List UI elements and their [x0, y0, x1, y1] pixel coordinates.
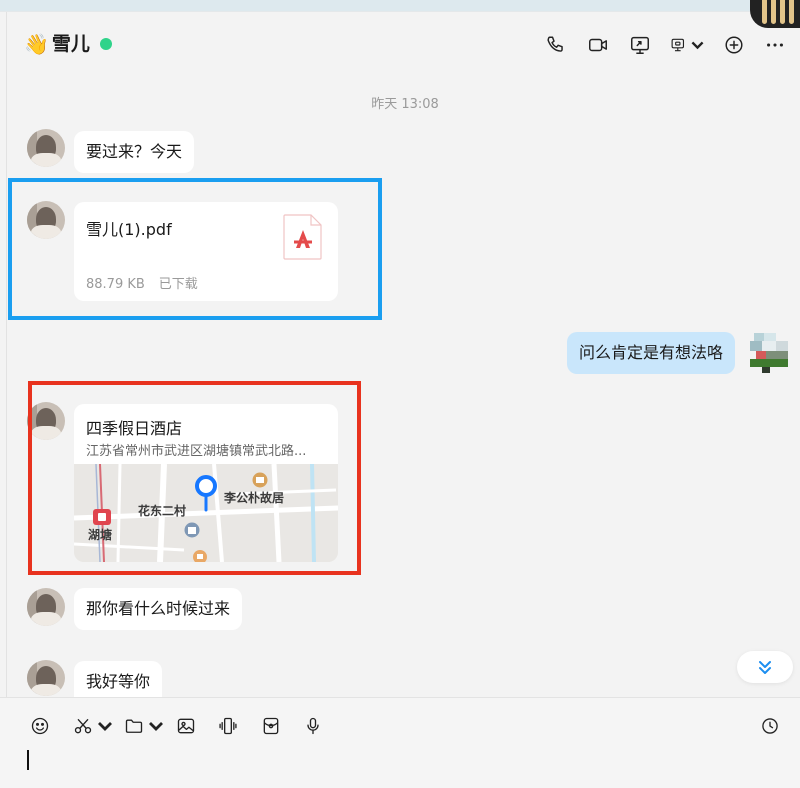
file-meta: 88.79 KB 已下载: [86, 273, 198, 292]
pdf-icon: [283, 214, 322, 260]
screen-share-icon[interactable]: [627, 32, 653, 58]
contact-avatar[interactable]: [27, 660, 65, 696]
map-label-town: 湖塘: [88, 528, 113, 542]
video-icon[interactable]: [585, 32, 611, 58]
chat-header: 👋 雪儿: [0, 12, 800, 76]
contact-avatar[interactable]: [27, 129, 65, 167]
image-icon[interactable]: [176, 714, 196, 738]
double-chevron-down-icon: [759, 661, 771, 674]
emoji-icon[interactable]: [30, 714, 50, 738]
corner-avatar[interactable]: [750, 0, 800, 28]
file-download-status: 已下载: [158, 277, 198, 292]
contact-name: 雪儿: [51, 33, 90, 55]
folder-icon[interactable]: [124, 714, 166, 738]
history-icon[interactable]: [760, 714, 780, 738]
phone-icon[interactable]: [543, 32, 569, 58]
online-status-dot: [99, 38, 112, 50]
text-input-caret[interactable]: [27, 750, 29, 770]
message-composer: [0, 697, 800, 788]
file-name: 雪儿(1).pdf: [86, 220, 172, 239]
shake-icon[interactable]: [218, 714, 238, 738]
file-size: 88.79 KB: [86, 277, 145, 292]
location-address: 江苏省常州市武进区湖塘镇常武北路...: [86, 444, 307, 459]
more-icon[interactable]: [762, 32, 788, 58]
scissors-icon[interactable]: [73, 714, 115, 738]
red-packet-icon[interactable]: [261, 714, 281, 738]
location-map[interactable]: 花东二村 李公朴故居 湖塘: [74, 464, 338, 562]
contact-avatar[interactable]: [27, 588, 65, 626]
top-strip: [0, 0, 800, 12]
contact-avatar[interactable]: [27, 402, 65, 440]
map-label-village: 花东二村: [138, 504, 187, 518]
map-pin-icon: [195, 475, 217, 512]
left-rule: [6, 12, 7, 788]
location-name: 四季假日酒店: [86, 419, 183, 438]
wave-emoji: 👋: [24, 32, 49, 56]
my-message-bubble[interactable]: 问么肯定是有想法咯: [567, 332, 736, 374]
add-icon[interactable]: [721, 32, 747, 58]
location-message-card[interactable]: 四季假日酒店 江苏省常州市武进区湖塘镇常武北路... 花东二村 李公朴故居 湖塘: [74, 404, 338, 562]
file-message-card[interactable]: 雪儿(1).pdf 88.79 KB 已下载: [74, 202, 338, 301]
message-bubble[interactable]: 要过来？今天: [74, 131, 195, 173]
message-bubble[interactable]: 我好等你: [74, 661, 163, 697]
message-bubble[interactable]: 那你看什么时候过来: [74, 588, 243, 630]
mic-icon[interactable]: [303, 714, 323, 738]
remote-control-icon[interactable]: [670, 32, 706, 58]
message-timestamp: 昨天 13:08: [371, 97, 439, 112]
scroll-to-bottom-button[interactable]: [737, 651, 793, 683]
contact-title[interactable]: 👋 雪儿: [24, 31, 112, 57]
self-avatar[interactable]: [750, 333, 788, 373]
map-label-landmark: 李公朴故居: [224, 491, 285, 505]
contact-avatar[interactable]: [27, 201, 65, 239]
